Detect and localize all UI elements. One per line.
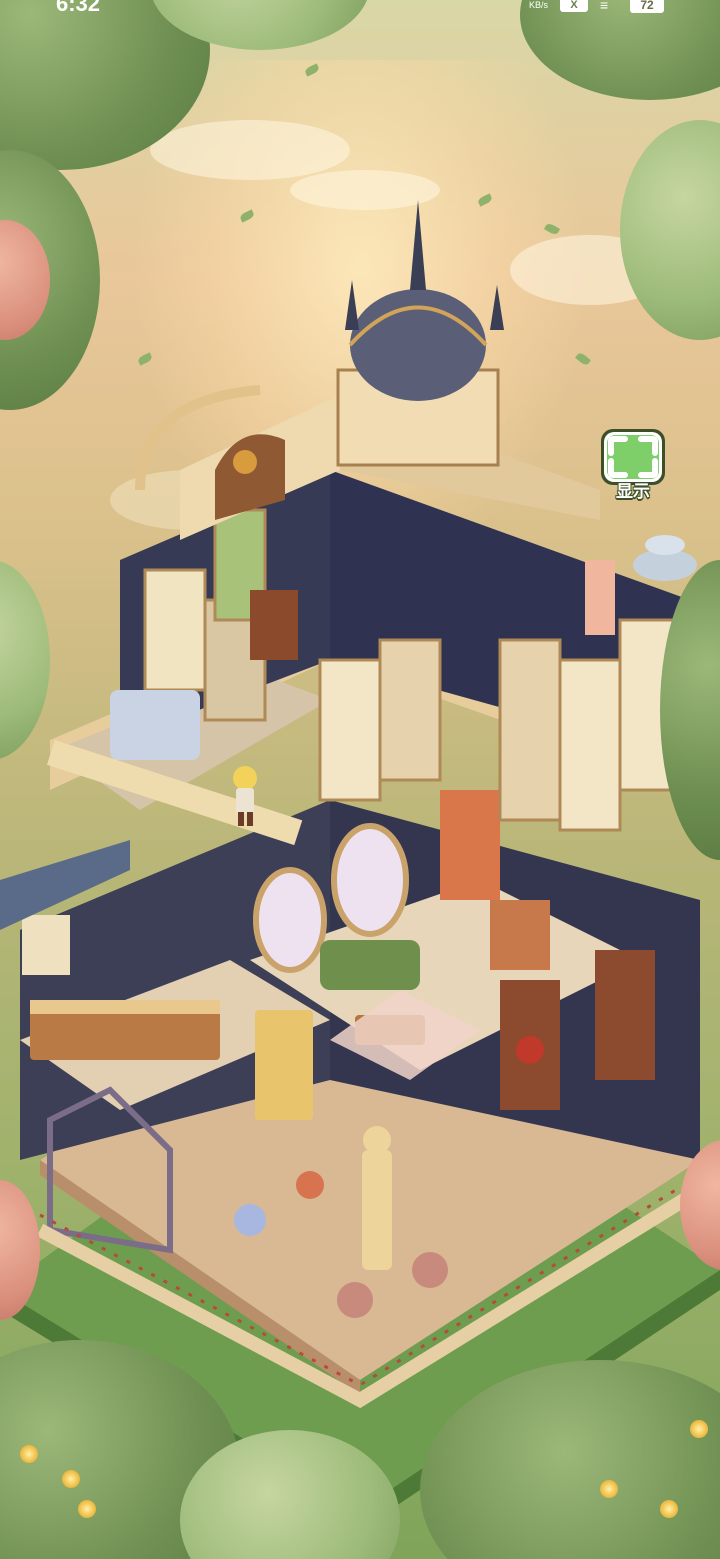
bell [233, 450, 257, 474]
range-hood [22, 915, 70, 975]
flower-planter [296, 1171, 324, 1199]
curtain-doorway [440, 790, 500, 900]
flower-planter [234, 1204, 266, 1236]
fountain-tier [645, 535, 685, 555]
status-icons: KB/s X ≡ 72 [529, 0, 664, 13]
lattice-door [595, 950, 655, 1080]
room-divider-panel [498, 638, 562, 822]
canopy-bed [110, 690, 200, 760]
network-speed: KB/s [528, 0, 548, 10]
mansion-house[interactable] [0, 0, 720, 1559]
display-toggle-button[interactable]: 显示 [597, 425, 669, 502]
room-divider-panel [143, 568, 207, 692]
expand-view-icon [601, 429, 665, 485]
wooden-cabinet [250, 590, 298, 660]
room-divider-panel [378, 638, 442, 782]
garden-statue [362, 1150, 392, 1270]
dome-spire [410, 200, 426, 290]
flower-planter [337, 1282, 373, 1318]
red-seal-emblem [516, 1036, 544, 1064]
x-badge-icon: X [560, 0, 588, 12]
statue-head [363, 1126, 391, 1154]
status-time: 6:32 [56, 0, 101, 16]
orange-flower [690, 1420, 708, 1438]
room-divider-panel [318, 658, 382, 802]
orange-flower [660, 1500, 678, 1518]
orange-flower [62, 1470, 80, 1488]
orange-flower [600, 1480, 618, 1498]
stained-glass-window [253, 867, 327, 973]
orange-flower [78, 1500, 96, 1518]
green-sofa [320, 940, 420, 990]
status-bar: 6:32 KB/s X ≡ 72 [0, 0, 720, 18]
stained-glass-window [331, 823, 409, 937]
orange-flower [20, 1445, 38, 1463]
kitchen-counter-top [30, 1000, 220, 1014]
kitchen-counter [30, 1010, 220, 1060]
tower-spire [490, 285, 504, 330]
wifi-icon: ≡ [600, 0, 609, 13]
tower-spire [345, 280, 359, 330]
display-toggle-label: 显示 [616, 482, 650, 502]
room-divider-panel [558, 658, 622, 832]
wall-shelf [585, 560, 615, 635]
flower-planter [412, 1252, 448, 1288]
refrigerator [255, 1010, 313, 1120]
battery-icon: 72 [630, 0, 664, 13]
fireplace [490, 900, 550, 970]
game-scene[interactable] [0, 0, 720, 1559]
